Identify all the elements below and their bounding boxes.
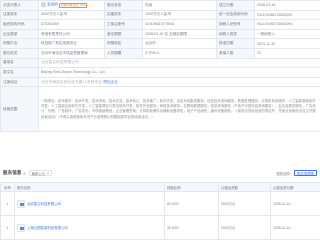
share-ratio: 40.00% — [164, 215, 219, 240]
address-label: 注册地址 — [0, 76, 39, 88]
field-value: 科技推广和应用服务业 — [38, 38, 105, 49]
header-name: 股东名称 — [14, 182, 165, 192]
field-label: 工商注册号 — [104, 19, 143, 30]
section-title: 股东信息 — [3, 170, 22, 175]
field-value: 北京市海淀区市场监督管理局 — [38, 47, 105, 59]
field-label: 所属行业 — [0, 38, 39, 49]
field-value: 2008-01-16 至 无固定期限 — [142, 28, 217, 40]
field-label: 参保人数 — [216, 47, 255, 59]
field-value: 小于50人 — [142, 47, 217, 59]
shareholder-name-link[interactable]: 北京智云科技有限公司 — [27, 201, 61, 205]
field-label: 企业类型 — [0, 28, 39, 40]
shareholder-table: 序号 股东名称 持股比例 认缴出资额 认缴出资日期 1 北京智云科技有限公司 6… — [0, 182, 320, 240]
table-row[interactable]: 1 北京智云科技有限公司 60.00% 3000万元 2028-01-16 — [0, 191, 320, 216]
related-companies-tag[interactable]: 查看关联企业 100 — [58, 2, 87, 9]
info-row: 登记机关 北京市海淀区市场监督管理局 人员规模 小于50人 参保人数 23 — [0, 47, 320, 59]
company-logo-icon — [17, 199, 25, 208]
avatar — [41, 2, 46, 8]
field-label: 营业期限 — [104, 28, 143, 40]
filter-label: 最新公示 — [31, 171, 46, 176]
company-logo-icon — [17, 223, 25, 232]
field-label: 核准日期 — [216, 38, 255, 49]
info-row: 所属行业 科技推广和应用服务业 所属地区 北京市 核准日期 2023-11-10 — [0, 38, 320, 49]
row-index: 1 — [0, 191, 15, 216]
filter-dropdown[interactable]: 最新公示 ▾ — [28, 169, 52, 177]
equity-chart-button[interactable]: 股权穿透图 — [294, 169, 317, 177]
section-count: 2 — [23, 170, 26, 176]
shareholder-section-header: 股东信息 2 最新公示 ▾ 股权结构 股权穿透图 — [0, 166, 320, 180]
field-label: 人员规模 — [104, 47, 143, 59]
info-row: 企业类型 其他有限责任公司 营业期限 2008-01-16 至 无固定期限 纳税人资质一… — [0, 28, 320, 40]
field-label: 注册资本 — [0, 9, 39, 21]
header-index: 序号 — [0, 182, 15, 192]
business-scope-label: 经营范围 — [0, 86, 39, 133]
subscribed-date: 2028-01-16 — [270, 215, 320, 240]
business-scope-value: 一般项目：技术服务、技术开发、技术咨询、技术交流、技术转让、技术推广；软件开发；… — [41, 98, 316, 119]
field-value: 2023-11-10 — [254, 38, 320, 49]
field-label: 成立日期 — [216, 0, 255, 11]
field-value: 一般纳税人 — [254, 28, 320, 40]
subscribed-amount: 2000万元 — [218, 215, 271, 240]
share-ratio: 60.00% — [164, 191, 219, 216]
field-value: 110108010778541 — [142, 19, 217, 30]
info-row: 注册资本 5000万元人民币 实缴资本 1000万元人民币 统一社会信用代码 911101… — [0, 9, 320, 21]
field-label: 实缴资本 — [104, 9, 143, 21]
subscribed-amount: 3000万元 — [218, 191, 271, 216]
field-value: 673354309 — [38, 19, 105, 30]
info-row: 法定代表人 李四明 查看关联企业 100 登记状态 存续 成立日期 2008-01-16 — [0, 0, 320, 11]
field-label: 纳税人识别号 — [216, 19, 255, 30]
info-row: 组织机构代码 673354309 工商注册号 110108010778541 纳税人识别… — [0, 19, 320, 30]
former-name-label: 曾用名 — [0, 57, 39, 69]
header-date: 认缴出资日期 — [270, 182, 320, 192]
former-name-value: 北京智云科技有限公司 — [41, 60, 79, 65]
address-value: 北京市海淀区西北旺东路10号院东区 — [41, 79, 103, 84]
row-index: 2 — [0, 215, 15, 240]
chevron-down-icon: ▾ — [47, 171, 49, 175]
nearby-companies-link[interactable]: 附近企业 — [103, 80, 117, 84]
field-value: 5000万元人民币 — [38, 9, 105, 21]
field-label: 登记状态 — [104, 0, 143, 11]
field-label: 纳税人资质 — [216, 28, 255, 40]
field-label: 组织机构代码 — [0, 19, 39, 30]
field-label: 法定代表人 — [0, 0, 39, 11]
subscribed-date: 2028-01-16 — [270, 191, 320, 216]
field-value: 911101086733543091 — [254, 19, 320, 30]
field-value: 911101086733543091 — [254, 9, 320, 21]
business-info-table: 法定代表人 李四明 查看关联企业 100 登记状态 存续 成立日期 2008-01-16 注册… — [0, 0, 320, 133]
header-ratio: 持股比例 — [164, 182, 219, 192]
equity-structure-button[interactable]: 股权结构 — [274, 170, 292, 177]
field-value: 1000万元人民币 — [142, 9, 217, 21]
field-label: 所属地区 — [104, 38, 143, 49]
legal-rep-link[interactable]: 李四明 — [47, 3, 58, 7]
header-amount: 认缴出资额 — [218, 182, 271, 192]
field-value: 存续 — [142, 0, 217, 11]
shareholder-name-link[interactable]: 上海云图智能科技有限公司 — [27, 225, 68, 229]
field-value: 北京市 — [142, 38, 217, 49]
field-label: 登记机关 — [0, 47, 39, 59]
field-value: 2008-01-16 — [254, 0, 320, 11]
table-row[interactable]: 2 上海云图智能科技有限公司 40.00% 2000万元 2028-01-16 — [0, 215, 320, 240]
english-name-value: Beijing Kind Zhiyun Technology Co., Ltd. — [41, 70, 106, 75]
english-name-label: 英文名 — [0, 67, 39, 78]
field-value: 其他有限责任公司 — [38, 28, 105, 40]
field-label: 统一社会信用代码 — [216, 9, 255, 21]
field-value: 23 — [254, 47, 320, 59]
